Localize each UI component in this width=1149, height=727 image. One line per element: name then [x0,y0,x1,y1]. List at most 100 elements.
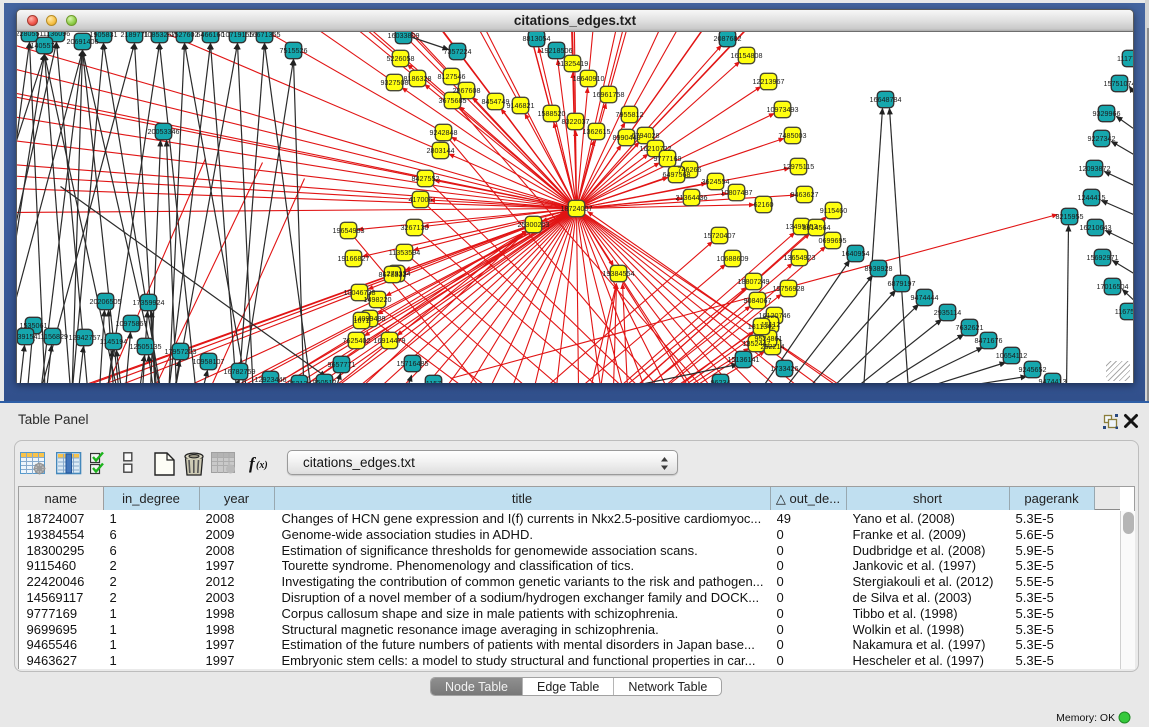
svg-text:10654112: 10654112 [996,351,1027,360]
svg-text:1733426: 1733426 [771,364,799,373]
svg-text:16648784: 16648784 [870,95,902,104]
svg-text:8427552: 8427552 [412,174,440,183]
svg-text:16154808: 16154808 [731,51,763,60]
svg-text:16210643: 16210643 [1080,223,1112,232]
svg-text:19384554: 19384554 [603,269,635,278]
svg-text:1527602: 1527602 [171,32,199,39]
svg-text:9329966: 9329966 [1093,109,1121,118]
svg-text:1244415: 1244415 [1078,193,1106,202]
svg-text:19166827: 19166827 [338,254,370,263]
svg-text:21364436: 21364436 [676,193,708,202]
svg-text:10807487: 10807487 [721,188,753,197]
svg-text:8938928: 8938928 [865,264,893,273]
svg-text:12923446: 12923446 [255,375,287,383]
svg-text:12942757: 12942757 [69,333,101,342]
svg-text:25300203: 25300203 [518,220,550,229]
svg-text:6497568: 6497568 [663,170,691,179]
svg-text:8813054: 8813054 [523,34,551,43]
svg-text:96234: 96234 [711,378,731,383]
svg-text:19654983: 19654983 [333,226,365,235]
svg-text:15716485: 15716485 [397,359,429,368]
svg-text:16961758: 16961758 [593,90,625,99]
svg-text:18807249: 18807249 [738,277,770,286]
svg-text:2087682: 2087682 [714,34,742,43]
svg-text:12975115: 12975115 [783,162,814,171]
svg-text:1157: 1157 [426,379,441,383]
svg-text:9242848: 9242848 [430,128,458,137]
svg-text:7485003: 7485003 [779,131,807,140]
svg-text:9146821: 9146821 [507,101,535,110]
svg-text:2803144: 2803144 [427,146,455,155]
svg-text:3267130: 3267130 [401,223,429,232]
svg-text:10973493: 10973493 [767,105,799,114]
svg-text:1362615: 1362615 [583,127,611,136]
svg-text:11325419: 11325419 [557,59,588,68]
svg-text:15720407: 15720407 [704,231,736,240]
svg-text:8127546: 8127546 [438,72,466,81]
svg-text:19756928: 19756928 [773,284,805,293]
svg-text:1640954: 1640954 [842,249,870,258]
svg-text:12093872: 12093872 [1079,164,1111,173]
svg-text:7632621: 7632621 [956,323,984,332]
svg-text:9463627: 9463627 [791,190,819,199]
svg-text:1405571: 1405571 [31,41,59,50]
svg-text:15692971: 15692971 [1087,253,1119,262]
svg-text:19218506: 19218506 [541,46,573,55]
svg-text:17957253: 17957253 [165,347,197,356]
svg-text:9657771: 9657771 [328,360,356,369]
svg-text:16914479: 16914479 [374,336,406,345]
svg-text:12505135: 12505135 [130,342,162,351]
svg-text:1811342: 1811342 [748,322,775,331]
svg-text:1498220: 1498220 [364,295,392,304]
svg-text:8914564: 8914564 [803,223,831,232]
svg-text:18640910: 18640910 [573,74,605,83]
svg-text:6794028: 6794028 [632,131,660,140]
svg-text:8678332: 8678332 [379,270,407,279]
svg-text:6466160: 6466160 [197,32,225,39]
svg-text:1145194: 1145194 [100,337,127,346]
svg-text:9245652: 9245652 [1019,365,1047,374]
svg-text:10975867: 10975867 [116,319,148,328]
svg-text:950512: 950512 [313,378,337,383]
svg-text:939154: 939154 [17,332,37,341]
svg-text:7515526: 7515526 [280,46,308,55]
svg-text:11353594: 11353594 [389,248,420,257]
svg-text:2935114: 2935114 [934,308,961,317]
svg-text:16033809: 16033809 [388,32,420,40]
svg-text:8454749: 8454749 [482,97,510,106]
svg-text:17016504: 17016504 [1097,282,1129,291]
svg-text:952134: 952134 [288,379,312,383]
svg-text:9084067: 9084067 [744,296,772,305]
svg-text:7357224: 7357224 [444,47,472,56]
svg-text:8322037: 8322037 [562,117,590,126]
svg-text:1535061: 1535061 [20,321,48,330]
svg-text:18724007: 18724007 [561,204,593,213]
svg-text:9474413: 9474413 [1039,377,1067,383]
svg-text:8215955: 8215955 [1056,212,1084,221]
svg-text:12213967: 12213967 [753,77,785,86]
svg-text:3624554: 3624554 [702,177,730,186]
svg-text:1852447: 1852447 [743,339,771,348]
svg-text:10688609: 10688609 [717,254,749,263]
svg-text:9227342: 9227342 [1088,134,1116,143]
svg-text:17359924: 17359924 [133,298,165,307]
svg-text:1905831: 1905831 [90,32,118,39]
svg-text:(x): (x) [256,460,268,471]
svg-text:15136141: 15136141 [728,355,760,364]
svg-text:16671355: 16671355 [249,32,281,39]
svg-text:15751074: 15751074 [1104,79,1133,88]
svg-text:9115460: 9115460 [820,206,847,215]
svg-text:10958107: 10958107 [193,357,225,366]
svg-text:11156829: 11156829 [37,332,68,341]
svg-text:7625402: 7625402 [343,336,371,345]
svg-text:0699695: 0699695 [819,236,847,245]
svg-text:417006: 417006 [409,195,433,204]
svg-text:13654923: 13654923 [784,253,816,262]
svg-text:1167531: 1167531 [1115,307,1133,316]
svg-text:1671: 1671 [354,316,370,325]
svg-text:2867608: 2867608 [453,86,481,95]
svg-text:16210722: 16210722 [640,144,672,153]
svg-text:8186328: 8186328 [404,74,432,83]
svg-text:5226058: 5226058 [387,54,415,63]
svg-text:3675685: 3675685 [439,96,467,105]
